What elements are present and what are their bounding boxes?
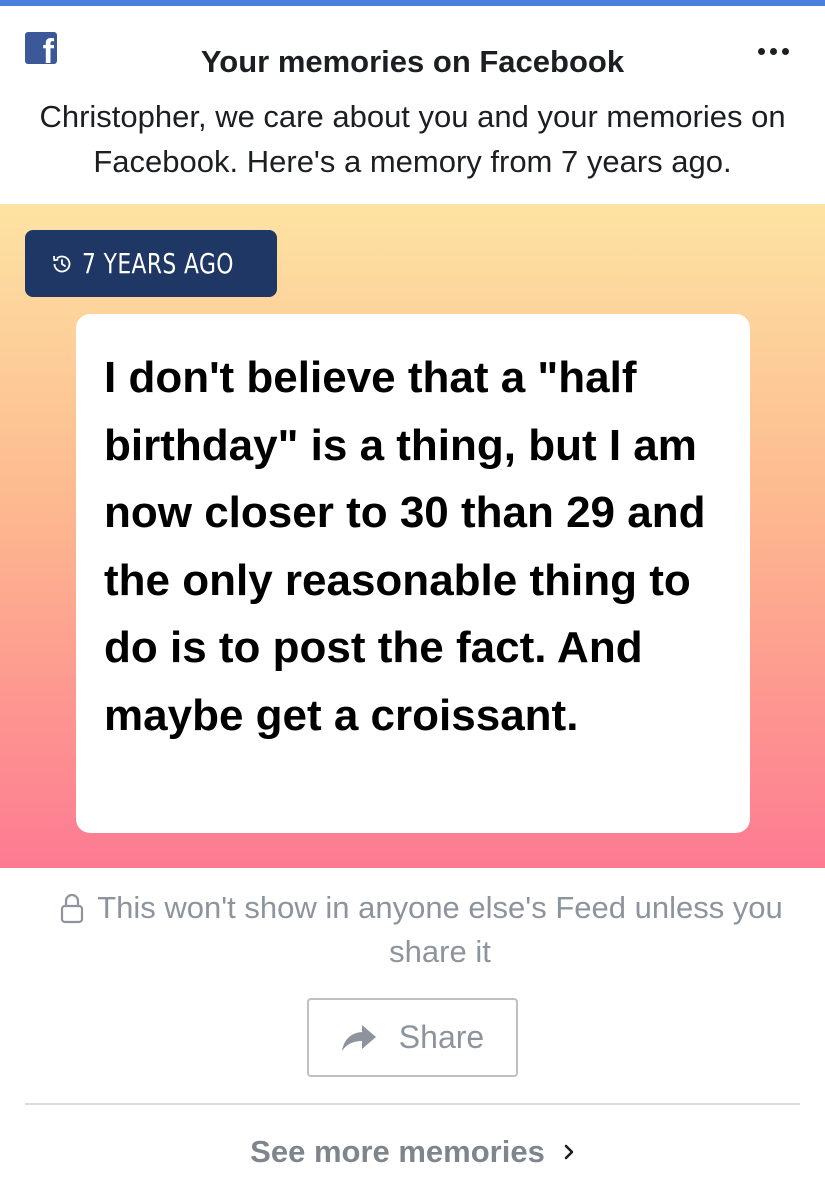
lock-icon bbox=[60, 893, 84, 924]
privacy-notice: This won't show in anyone else's Feed un… bbox=[0, 886, 825, 976]
more-options-icon[interactable] bbox=[748, 36, 798, 66]
memory-post-text: I don't believe that a "half birthday" i… bbox=[104, 353, 706, 740]
badge-label: 7 YEARS AGO bbox=[82, 247, 234, 280]
memories-header: f Your memories on Facebook Christopher,… bbox=[0, 6, 825, 204]
memory-post: I don't believe that a "half birthday" i… bbox=[76, 314, 750, 833]
memories-subtitle: Christopher, we care about you and your … bbox=[39, 99, 786, 179]
time-ago-badge: 7 YEARS AGO bbox=[25, 230, 277, 297]
share-button[interactable]: Share bbox=[307, 998, 518, 1077]
share-button-label: Share bbox=[398, 1019, 485, 1055]
see-more-memories-link[interactable]: See more memories bbox=[240, 1128, 585, 1176]
share-arrow-icon bbox=[341, 1024, 376, 1051]
privacy-text: This won't show in anyone else's Feed un… bbox=[97, 890, 783, 969]
chevron-right-icon bbox=[564, 1144, 574, 1160]
divider bbox=[25, 1103, 800, 1105]
history-clock-icon bbox=[53, 255, 71, 272]
memory-card: 7 YEARS AGO I don't believe that a "half… bbox=[0, 204, 825, 868]
see-more-label: See more memories bbox=[250, 1134, 545, 1169]
page-title: Your memories on Facebook bbox=[200, 44, 625, 79]
